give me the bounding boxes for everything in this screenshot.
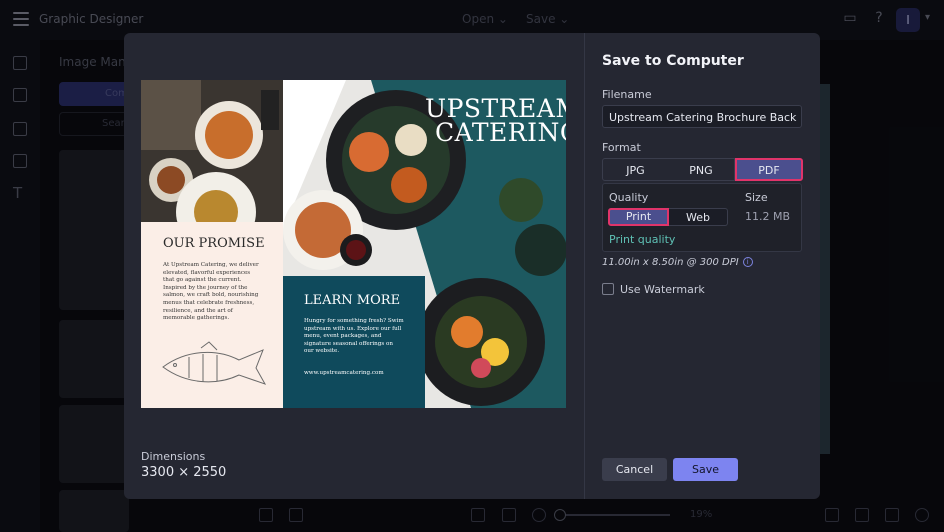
size-value: 11.2 MB <box>745 210 791 223</box>
brochure-preview: UPSTREAM CATERING OUR PROMISE At Upstrea… <box>141 80 566 408</box>
learn-more-title: LEARN MORE <box>304 293 401 308</box>
format-label: Format <box>602 141 641 154</box>
divider <box>584 33 585 499</box>
promise-body: At Upstream Catering, we deliver elevate… <box>163 262 259 322</box>
brand-line-2: CATERING <box>435 118 566 147</box>
cancel-button[interactable]: Cancel <box>602 458 667 481</box>
size-label: Size <box>745 191 768 204</box>
filename-label: Filename <box>602 88 652 101</box>
learn-more-body: Hungry for something fresh? Swim upstrea… <box>304 318 404 355</box>
save-dialog: UPSTREAM CATERING OUR PROMISE At Upstrea… <box>124 33 820 499</box>
dimensions-value: 3300 × 2550 <box>141 465 227 480</box>
quality-panel: Quality Print Web Size 11.2 MB Print qua… <box>602 183 802 252</box>
format-pdf-button[interactable]: PDF <box>735 158 803 181</box>
website-text: www.upstreamcatering.com <box>304 370 384 376</box>
promise-title: OUR PROMISE <box>163 236 265 251</box>
filename-input[interactable]: Upstream Catering Brochure Back <box>602 105 802 128</box>
save-button[interactable]: Save <box>673 458 738 481</box>
quality-web-button[interactable]: Web <box>669 208 728 226</box>
dimensions-label: Dimensions <box>141 450 206 463</box>
output-spec: 11.00in x 8.50in @ 300 DPI i <box>602 257 753 268</box>
format-png-button[interactable]: PNG <box>668 158 735 181</box>
format-jpg-button[interactable]: JPG <box>602 158 669 181</box>
quality-label: Quality <box>609 191 649 204</box>
quality-print-button[interactable]: Print <box>608 208 669 226</box>
watermark-checkbox[interactable] <box>602 283 614 295</box>
info-icon[interactable]: i <box>742 257 753 267</box>
print-quality-link[interactable]: Print quality <box>609 233 675 246</box>
dialog-title: Save to Computer <box>602 53 744 69</box>
watermark-label[interactable]: Use Watermark <box>620 283 705 296</box>
